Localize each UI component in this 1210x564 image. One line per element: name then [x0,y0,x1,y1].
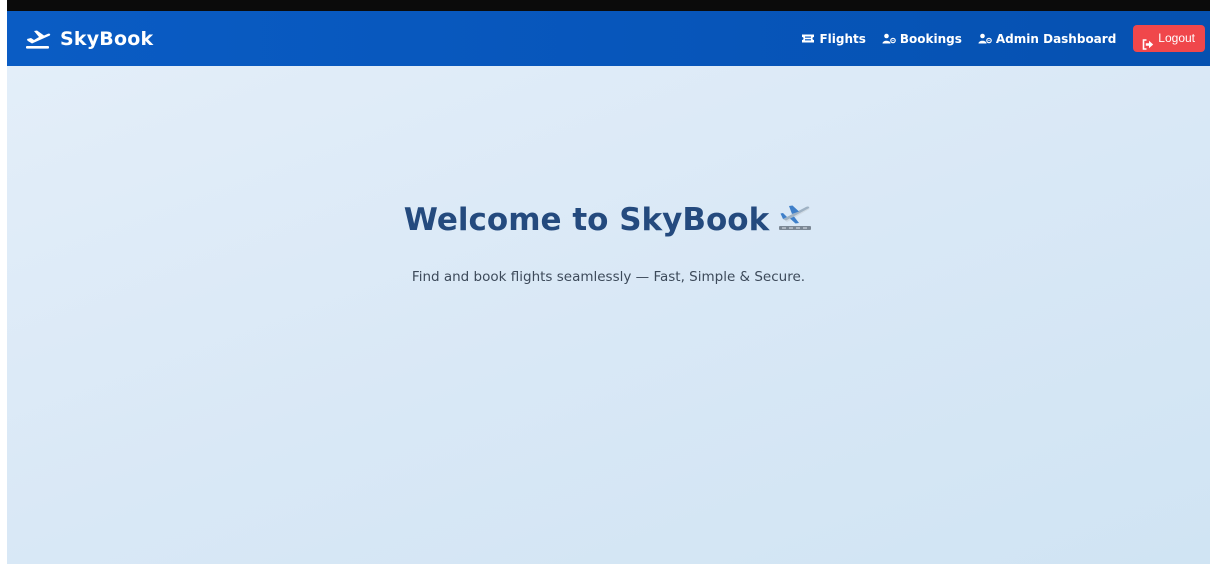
logout-label: Logout [1158,31,1195,45]
user-cog-icon [978,33,992,44]
nav-admin-dashboard[interactable]: Admin Dashboard [978,32,1116,46]
nav-flights-label: Flights [819,31,866,46]
nav-bookings[interactable]: Bookings [882,32,962,46]
hero-subtitle: Find and book flights seamlessly — Fast,… [411,269,806,285]
brand-logo[interactable]: SkyBook [25,28,153,50]
navbar: SkyBook Flights Bookings Admin Dashboard… [7,11,1210,66]
sign-out-icon [1142,33,1154,50]
top-border [7,0,1210,11]
hero-title: Welcome to SkyBook [7,201,1210,238]
nav-admin-dashboard-label: Admin Dashboard [995,31,1117,46]
ticket-icon [801,33,815,44]
nav-flights[interactable]: Flights [801,31,866,46]
users-icon [882,33,896,44]
hero-section: Welcome to SkyBook Find and book flights… [7,66,1210,564]
logout-button[interactable]: Logout [1133,25,1205,52]
airplane-emoji [777,201,813,233]
airplane-takeoff-icon [25,28,51,50]
nav-bookings-label: Bookings [899,31,962,46]
brand-name: SkyBook [60,27,154,50]
nav-links: Flights Bookings Admin Dashboard Logout [785,11,1205,66]
app-frame: SkyBook Flights Bookings Admin Dashboard… [7,0,1210,564]
hero-title-text: Welcome to SkyBook [403,202,770,238]
